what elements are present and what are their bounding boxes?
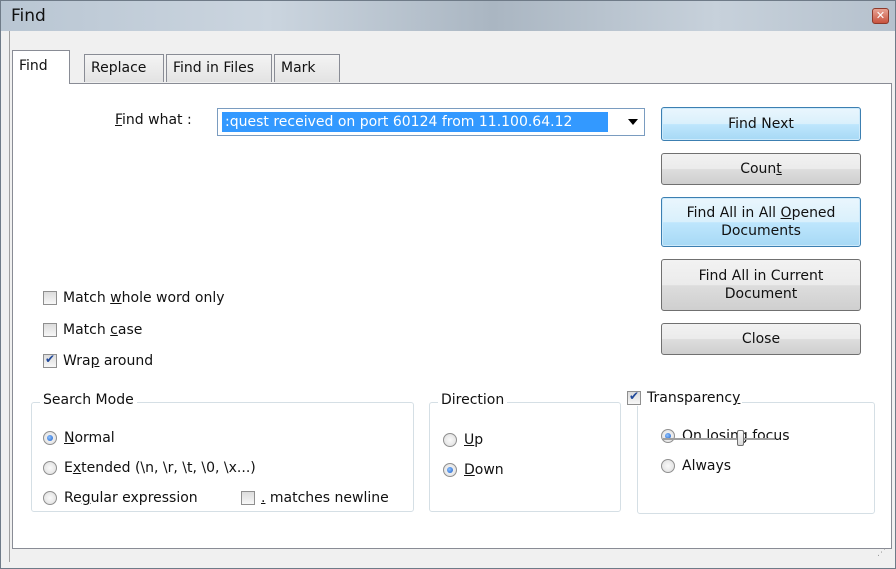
transparency-slider-thumb[interactable]	[736, 430, 744, 446]
radio-selected-icon[interactable]	[443, 463, 457, 477]
close-window-button[interactable]: ✕	[872, 8, 889, 24]
transparency-label: Transparency	[647, 390, 741, 406]
tab-replace-label: Replace	[91, 60, 147, 76]
down-label: Down	[464, 462, 504, 478]
checkbox-checked-icon[interactable]	[627, 389, 641, 405]
find-what-label: Find what :	[115, 112, 192, 128]
find-next-button[interactable]: Find Next	[661, 107, 861, 141]
close-icon: ✕	[875, 9, 886, 22]
normal-label: Normal	[64, 430, 115, 446]
tab-mark-label: Mark	[281, 60, 316, 76]
match-whole-word-checkbox[interactable]: Match whole word only	[43, 290, 225, 306]
radio-selected-icon[interactable]	[661, 429, 675, 443]
radio-icon[interactable]	[43, 461, 57, 475]
tab-replace[interactable]: Replace	[84, 54, 164, 82]
count-button[interactable]: Count	[661, 153, 861, 185]
find-all-current-line1: Find All in Current	[698, 268, 824, 284]
checkbox-icon[interactable]	[43, 323, 57, 337]
dot-matches-newline-label: . matches newline	[261, 490, 389, 506]
regex-label: Regular expression	[64, 490, 198, 506]
tab-find-in-files-label: Find in Files	[173, 60, 255, 76]
transparency-slider-track[interactable]	[663, 438, 775, 440]
find-all-in-all-opened-documents-button[interactable]: Find All in All Opened Documents	[661, 197, 861, 247]
dropdown-arrow-icon[interactable]	[628, 119, 638, 125]
find-all-opened-line2: Documents	[721, 223, 801, 239]
tab-mark[interactable]: Mark	[274, 54, 340, 82]
radio-icon[interactable]	[43, 491, 57, 505]
direction-down-radio[interactable]: Down	[443, 462, 504, 478]
find-next-label: Find Next	[728, 116, 794, 132]
find-what-input[interactable]: :quest received on port 60124 from 11.10…	[222, 112, 608, 132]
find-all-in-current-document-button[interactable]: Find All in Current Document	[661, 259, 861, 311]
checkbox-icon[interactable]	[241, 491, 255, 505]
close-button[interactable]: Close	[661, 323, 861, 355]
on-losing-focus-label: On losing focus	[682, 428, 790, 444]
count-label: Count	[740, 161, 782, 177]
close-label: Close	[741, 331, 781, 347]
match-case-checkbox[interactable]: Match case	[43, 322, 142, 338]
search-mode-title: Search Mode	[40, 392, 137, 408]
checkbox-icon[interactable]	[43, 291, 57, 305]
tab-find-in-files[interactable]: Find in Files	[166, 54, 272, 82]
find-dialog: Find ✕ Find Replace Find in Files Mark F…	[0, 0, 896, 569]
dot-matches-newline-checkbox[interactable]: . matches newline	[241, 490, 389, 506]
transparency-checkbox[interactable]: Transparency	[627, 389, 743, 406]
search-mode-extended-radio[interactable]: Extended (\n, \r, \t, \0, \x...)	[43, 460, 256, 476]
direction-group: Direction	[429, 392, 621, 512]
status-bar: ⋰	[12, 548, 892, 562]
window-title: Find	[11, 6, 46, 26]
checkbox-checked-icon[interactable]	[43, 352, 57, 368]
find-what-combobox[interactable]: :quest received on port 60124 from 11.10…	[217, 108, 645, 136]
search-mode-regex-radio[interactable]: Regular expression	[43, 490, 198, 506]
up-label: Up	[464, 432, 484, 448]
radio-icon[interactable]	[661, 459, 675, 473]
find-all-current-line2: Document	[724, 286, 798, 302]
tab-find-label: Find	[19, 58, 48, 74]
always-label: Always	[682, 458, 732, 474]
transparency-always-radio[interactable]: Always	[661, 458, 731, 474]
find-all-opened-line1: Find All in All Opened	[686, 205, 836, 221]
transparency-on-losing-focus-radio[interactable]: On losing focus	[661, 428, 790, 444]
extended-label: Extended (\n, \r, \t, \0, \x...)	[64, 460, 256, 476]
direction-title: Direction	[438, 392, 508, 408]
dialog-client-area: Find Replace Find in Files Mark Find wha…	[9, 31, 892, 562]
radio-selected-icon[interactable]	[43, 431, 57, 445]
title-bar[interactable]: Find ✕	[1, 1, 895, 31]
direction-up-radio[interactable]: Up	[443, 432, 483, 448]
match-whole-word-label: Match whole word only	[63, 290, 225, 306]
match-case-label: Match case	[63, 322, 143, 338]
wrap-around-label: Wrap around	[63, 353, 154, 369]
resize-grip-icon[interactable]: ⋰	[877, 548, 886, 558]
tab-find[interactable]: Find	[12, 50, 70, 84]
search-mode-normal-radio[interactable]: Normal	[43, 430, 115, 446]
radio-icon[interactable]	[443, 433, 457, 447]
wrap-around-checkbox[interactable]: Wrap around	[43, 352, 154, 369]
find-tab-panel: Find what : :quest received on port 6012…	[12, 83, 892, 549]
